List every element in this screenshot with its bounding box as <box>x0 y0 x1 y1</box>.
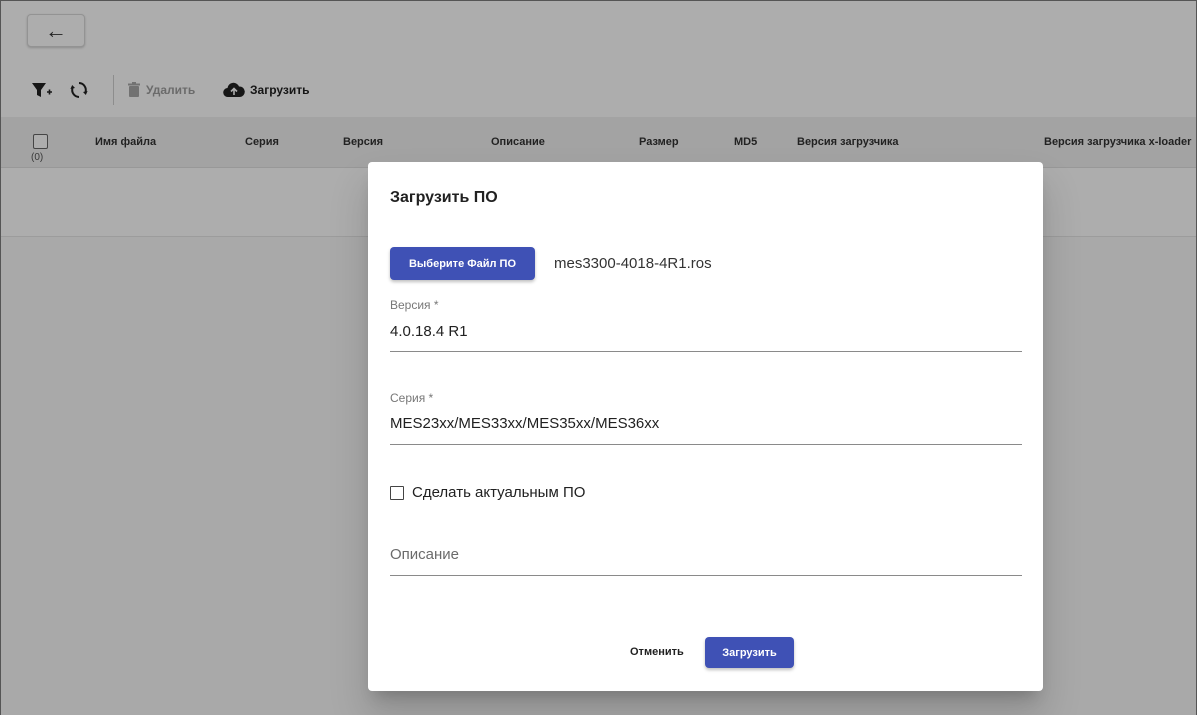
upload-dialog: Загрузить ПО Выберите Файл ПО mes3300-40… <box>368 162 1043 691</box>
selected-file-name: mes3300-4018-4R1.ros <box>554 255 712 272</box>
choose-file-button[interactable]: Выберите Файл ПО <box>390 247 535 280</box>
series-label: Серия * <box>390 391 434 405</box>
series-input[interactable]: MES23xx/MES33xx/MES35xx/MES36xx <box>390 415 659 432</box>
make-current-checkbox[interactable] <box>390 485 404 500</box>
submit-upload-button[interactable]: Загрузить <box>705 637 794 668</box>
description-input[interactable]: Описание <box>390 546 459 563</box>
version-underline <box>390 351 1022 352</box>
cancel-button[interactable]: Отменить <box>630 646 684 658</box>
make-current-option[interactable]: Сделать актуальным ПО <box>390 484 585 501</box>
series-underline <box>390 444 1022 445</box>
app-window: ← Удалить Загрузить Имя файла Серия Верс… <box>0 0 1197 715</box>
description-underline <box>390 575 1022 576</box>
version-label: Версия * <box>390 298 439 312</box>
version-input[interactable]: 4.0.18.4 R1 <box>390 323 468 340</box>
make-current-label: Сделать актуальным ПО <box>412 484 586 501</box>
dialog-title: Загрузить ПО <box>390 189 498 206</box>
